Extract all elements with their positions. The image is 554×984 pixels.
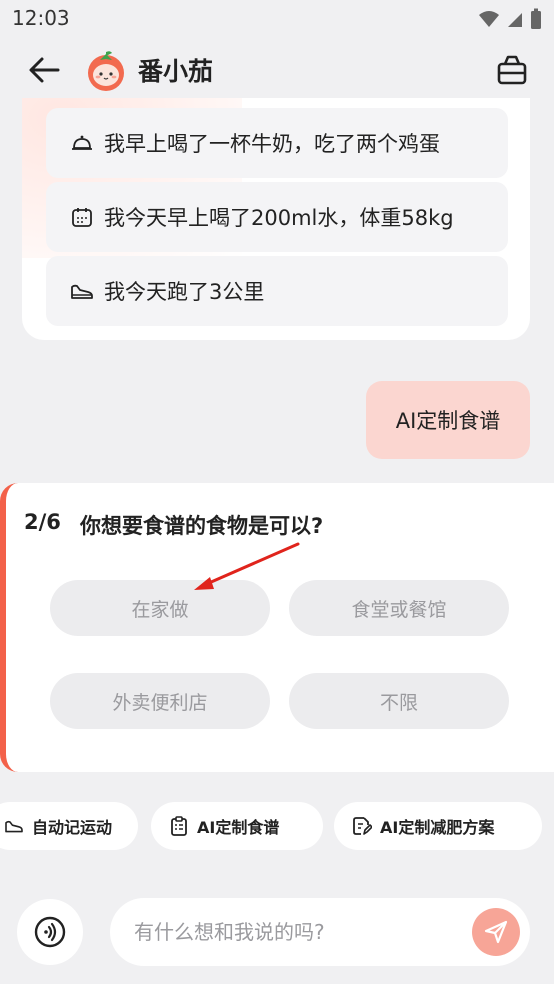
back-button[interactable] [24,52,64,88]
option-takeout-convenience[interactable]: 外卖便利店 [50,673,270,729]
option-canteen-restaurant[interactable]: 食堂或餐馆 [289,580,509,636]
chip-label: AI定制减肥方案 [380,818,495,837]
suggestion-text: 我今天跑了3公里 [104,280,265,304]
battery-icon [531,8,541,29]
send-icon [484,920,508,944]
app-header: 番小茄 [0,38,554,102]
chip-auto-record-exercise[interactable]: 自动记运动 [0,802,138,850]
status-time: 12:03 [12,6,70,30]
question-progress: 2/6 [24,510,61,534]
message-input-container [110,898,530,966]
quick-actions: 自动记运动 AI定制食谱 AI定制减肥方案 [0,802,554,850]
status-icons [478,8,542,30]
sneaker-icon [4,816,24,836]
calendar-icon [70,205,94,229]
question-card: 2/6 你想要食谱的食物是可以? 在家做 食堂或餐馆 外卖便利店 不限 [0,483,554,772]
suggestion-item[interactable]: 我早上喝了一杯牛奶，吃了两个鸡蛋 [46,108,508,178]
voice-icon [34,916,66,948]
chip-label: 自动记运动 [32,818,113,837]
chip-ai-recipe[interactable]: AI定制食谱 [151,802,323,850]
wifi-icon [479,11,499,27]
send-button[interactable] [472,908,520,956]
back-arrow-icon [29,57,60,83]
chip-label: AI定制食谱 [197,818,280,837]
basket-icon [497,55,527,85]
option-cook-at-home[interactable]: 在家做 [50,580,270,636]
voice-button[interactable] [17,899,83,965]
sneaker-icon [70,279,94,303]
tomato-avatar-icon [88,51,124,91]
suggestion-item[interactable]: 我今天跑了3公里 [46,256,508,326]
chip-ai-weight-loss-plan[interactable]: AI定制减肥方案 [334,802,542,850]
suggestion-text: 我早上喝了一杯牛奶，吃了两个鸡蛋 [104,132,440,156]
question-text: 你想要食谱的食物是可以? [80,514,324,538]
document-edit-icon [352,816,372,836]
suggestion-item[interactable]: 我今天早上喝了200ml水，体重58kg [46,182,508,252]
suggestion-text: 我今天早上喝了200ml水，体重58kg [104,206,454,230]
signal-icon [508,13,522,27]
option-no-limit[interactable]: 不限 [289,673,509,729]
suggestion-card: 我早上喝了一杯牛奶，吃了两个鸡蛋 我今天早上喝了200ml水，体重58kg 我今… [22,98,530,340]
basket-button[interactable] [492,50,532,90]
user-message-bubble: AI定制食谱 [366,381,530,459]
clipboard-icon [169,816,189,836]
food-cloche-icon [70,131,94,155]
page-title: 番小茄 [138,57,214,86]
status-bar: 12:03 [0,0,554,38]
message-input[interactable] [134,914,454,950]
